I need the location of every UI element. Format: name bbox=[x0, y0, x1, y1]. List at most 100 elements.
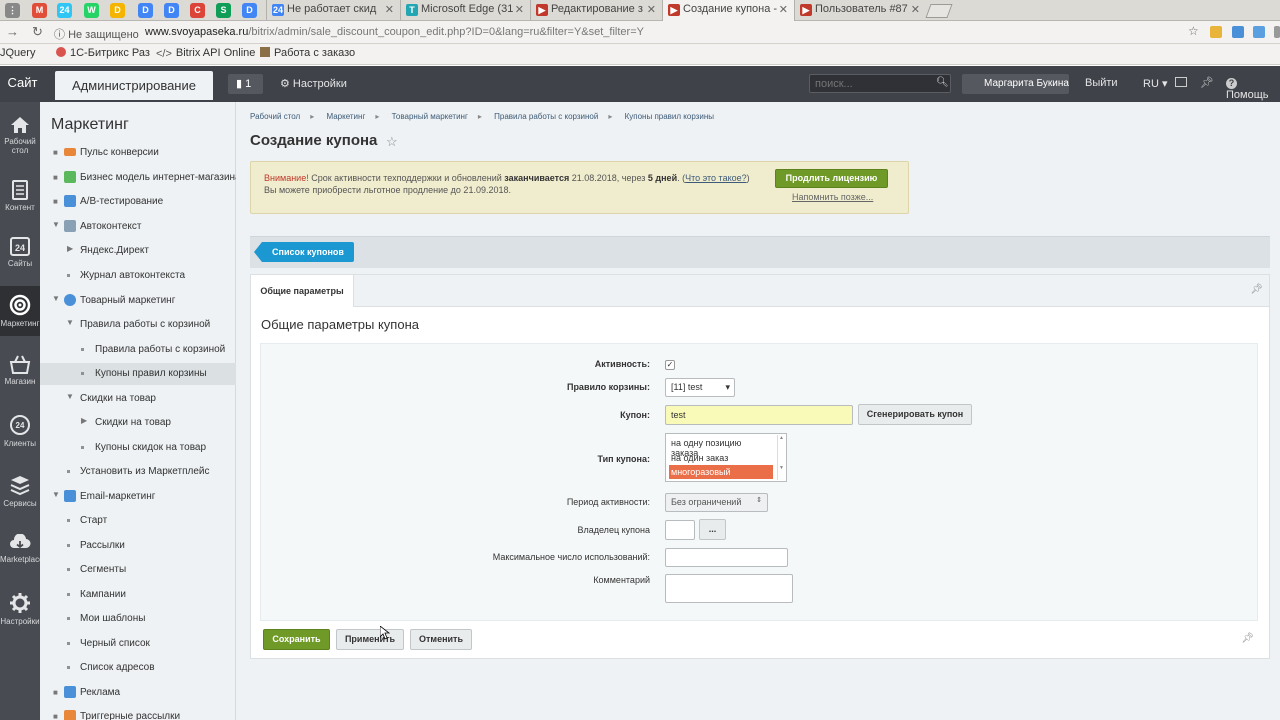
period-select[interactable]: Без ограничений ⇕ bbox=[665, 493, 768, 512]
coupon-type-listbox[interactable]: на одну позицию заказа на один заказ мно… bbox=[665, 433, 787, 482]
forward-icon[interactable]: → bbox=[6, 24, 19, 39]
docs-icon[interactable]: D bbox=[164, 3, 179, 18]
menu-marketplace[interactable]: Marketplace bbox=[0, 534, 44, 564]
tab-general[interactable]: Общие параметры bbox=[251, 275, 354, 307]
max-uses-input[interactable] bbox=[665, 548, 788, 567]
sheets-icon[interactable]: S bbox=[216, 3, 231, 18]
breadcrumb-item[interactable]: Маркетинг bbox=[326, 112, 365, 121]
browser-tab-active[interactable]: ▶ Создание купона - ✕ bbox=[662, 0, 794, 22]
menu-sites[interactable]: 24 Сайты bbox=[0, 236, 40, 268]
new-tab-button[interactable] bbox=[925, 4, 953, 18]
window-icon[interactable] bbox=[1175, 77, 1187, 87]
menu-clients[interactable]: 24 Клиенты bbox=[0, 414, 40, 448]
help-link[interactable]: ?Помощь bbox=[1226, 77, 1280, 101]
pin-icon[interactable]: 📌︎ bbox=[1250, 284, 1263, 295]
bookmark-bitrix-api[interactable]: </> Bitrix API Online bbox=[156, 47, 255, 60]
menu-marketing[interactable]: Маркетинг bbox=[0, 286, 40, 336]
user-button[interactable]: Маргарита Букина bbox=[962, 74, 1069, 94]
sidebar-item-email-marketing[interactable]: ▼ Email-маркетинг bbox=[40, 486, 236, 508]
sidebar-item-autocontext[interactable]: ▼ Автоконтекст bbox=[40, 216, 236, 238]
menu-shop[interactable]: Магазин bbox=[0, 354, 40, 386]
sidebar-item-cart-coupons[interactable]: Купоны правил корзины bbox=[40, 363, 236, 385]
breadcrumb-item[interactable]: Товарный маркетинг bbox=[392, 112, 468, 121]
docs-icon[interactable]: D bbox=[138, 3, 153, 18]
reload-icon[interactable]: ↻ bbox=[32, 24, 43, 40]
browser-tab[interactable]: ▶ Редактирование з ✕ bbox=[530, 0, 662, 21]
close-icon[interactable]: ✕ bbox=[385, 3, 394, 16]
menu-settings[interactable]: Настройки bbox=[0, 592, 40, 626]
breadcrumb-item[interactable]: Рабочий стол bbox=[250, 112, 300, 121]
sidebar-item-trigger-mailings[interactable]: ■ Триггерные рассылки bbox=[40, 706, 236, 720]
sidebar-item-blacklist[interactable]: Черный список bbox=[40, 633, 236, 655]
search-input[interactable] bbox=[809, 74, 951, 93]
close-icon[interactable]: ✕ bbox=[779, 3, 788, 16]
bookmark-bitrix[interactable]: 1С-Битрикс Раз bbox=[56, 47, 150, 59]
admin-tab[interactable]: Администрирование bbox=[55, 71, 213, 100]
extend-license-button[interactable]: Продлить лицензию bbox=[775, 169, 888, 188]
app-pin[interactable]: ⋮ bbox=[5, 3, 20, 18]
cancel-button[interactable]: Отменить bbox=[410, 629, 472, 650]
sidebar-item-cart-rules[interactable]: Правила работы с корзиной bbox=[40, 339, 236, 361]
sidebar-item-business-model[interactable]: ■ Бизнес модель интернет-магазина bbox=[40, 167, 241, 189]
save-button[interactable]: Сохранить bbox=[263, 629, 330, 650]
what-is-this-link[interactable]: Что это такое? bbox=[685, 173, 747, 183]
favorite-star-icon[interactable]: ☆ bbox=[386, 134, 398, 150]
gmail-icon[interactable]: M bbox=[32, 3, 47, 18]
sidebar-item-yandex-direct[interactable]: ▶ Яндекс.Директ bbox=[40, 240, 236, 262]
sidebar-item-mailings[interactable]: Рассылки bbox=[40, 535, 236, 557]
close-icon[interactable]: ✕ bbox=[515, 3, 524, 16]
sidebar-item-install-marketplace[interactable]: Установить из Маркетплейс bbox=[40, 461, 236, 483]
sidebar-item-address-list[interactable]: Список адресов bbox=[40, 657, 236, 679]
extension-icon[interactable] bbox=[1253, 26, 1265, 38]
menu-desktop[interactable]: Рабочий стол bbox=[0, 116, 40, 155]
url-field[interactable]: www.svoyapaseka.ru/bitrix/admin/sale_dis… bbox=[145, 26, 644, 38]
coupon-type-option-selected[interactable]: многоразовый bbox=[669, 465, 773, 479]
logout-link[interactable]: Выйти bbox=[1085, 77, 1118, 89]
sidebar-item-segments[interactable]: Сегменты bbox=[40, 559, 236, 581]
extension-icon[interactable] bbox=[1274, 26, 1280, 38]
chrome-icon[interactable]: C bbox=[190, 3, 205, 18]
coupon-list-button[interactable]: Список купонов bbox=[254, 242, 354, 262]
coupon-type-option[interactable]: на одну позицию заказа bbox=[669, 436, 773, 458]
sidebar-item-my-templates[interactable]: Мои шаблоны bbox=[40, 608, 236, 630]
whatsapp-icon[interactable]: W bbox=[84, 3, 99, 18]
generate-coupon-button[interactable]: Сгенерировать купон bbox=[858, 404, 972, 425]
sidebar-item-product-marketing[interactable]: ▼ Товарный маркетинг bbox=[40, 290, 236, 312]
sidebar-item-product-discount-coupons[interactable]: Купоны скидок на товар bbox=[40, 437, 236, 459]
apply-button[interactable]: Применить bbox=[336, 629, 404, 650]
pin-icon[interactable]: 📌︎ bbox=[1200, 76, 1214, 89]
star-icon[interactable]: ☆ bbox=[1188, 24, 1199, 38]
breadcrumb-item[interactable]: Правила работы с корзиной bbox=[494, 112, 598, 121]
comment-textarea[interactable] bbox=[665, 574, 793, 603]
owner-input[interactable] bbox=[665, 520, 695, 540]
bookmark-orders[interactable]: Работа с заказо bbox=[260, 47, 355, 59]
bitrix24-icon[interactable]: 24 bbox=[57, 3, 72, 18]
bookmark-jquery[interactable]: JQuery bbox=[0, 47, 35, 59]
close-icon[interactable]: ✕ bbox=[647, 3, 656, 16]
menu-services[interactable]: Сервисы bbox=[0, 474, 40, 508]
menu-content[interactable]: Контент bbox=[0, 180, 40, 212]
sidebar-item-product-discounts[interactable]: ▶ Скидки на товар bbox=[40, 412, 236, 434]
scrollbar[interactable]: ▲ ▼ bbox=[777, 435, 785, 480]
close-icon[interactable]: ✕ bbox=[911, 3, 920, 16]
extension-icon[interactable] bbox=[1232, 26, 1244, 38]
docs-icon[interactable]: D bbox=[242, 3, 257, 18]
sidebar-item-conversion-pulse[interactable]: ■ Пульс конверсии bbox=[40, 142, 236, 164]
sidebar-item-campaigns[interactable]: Кампании bbox=[40, 584, 236, 606]
remind-later-link[interactable]: Напомнить позже... bbox=[792, 192, 873, 202]
site-button[interactable]: Сайт bbox=[0, 75, 45, 90]
sidebar-item-product-discounts-group[interactable]: ▼ Скидки на товар bbox=[40, 388, 236, 410]
breadcrumb-item[interactable]: Купоны правил корзины bbox=[625, 112, 714, 121]
active-checkbox[interactable]: ✓ bbox=[665, 360, 675, 370]
language-select[interactable]: RU ▾ bbox=[1143, 77, 1167, 90]
pin-icon[interactable]: 📌︎ bbox=[1241, 633, 1254, 644]
sidebar-item-autocontext-log[interactable]: Журнал автоконтекста bbox=[40, 265, 236, 287]
coupon-input[interactable] bbox=[665, 405, 853, 425]
sidebar-item-start[interactable]: Старт bbox=[40, 510, 236, 532]
insecure-label[interactable]: ⓘ Не защищено bbox=[54, 26, 139, 42]
search-icon[interactable]: 🔍︎ bbox=[936, 77, 949, 88]
sidebar-item-advertising[interactable]: ■ Реклама bbox=[40, 682, 236, 704]
browser-tab[interactable]: T Microsoft Edge (31 ✕ bbox=[400, 0, 530, 21]
owner-select-button[interactable]: ... bbox=[699, 519, 726, 540]
extension-icon[interactable] bbox=[1210, 26, 1222, 38]
